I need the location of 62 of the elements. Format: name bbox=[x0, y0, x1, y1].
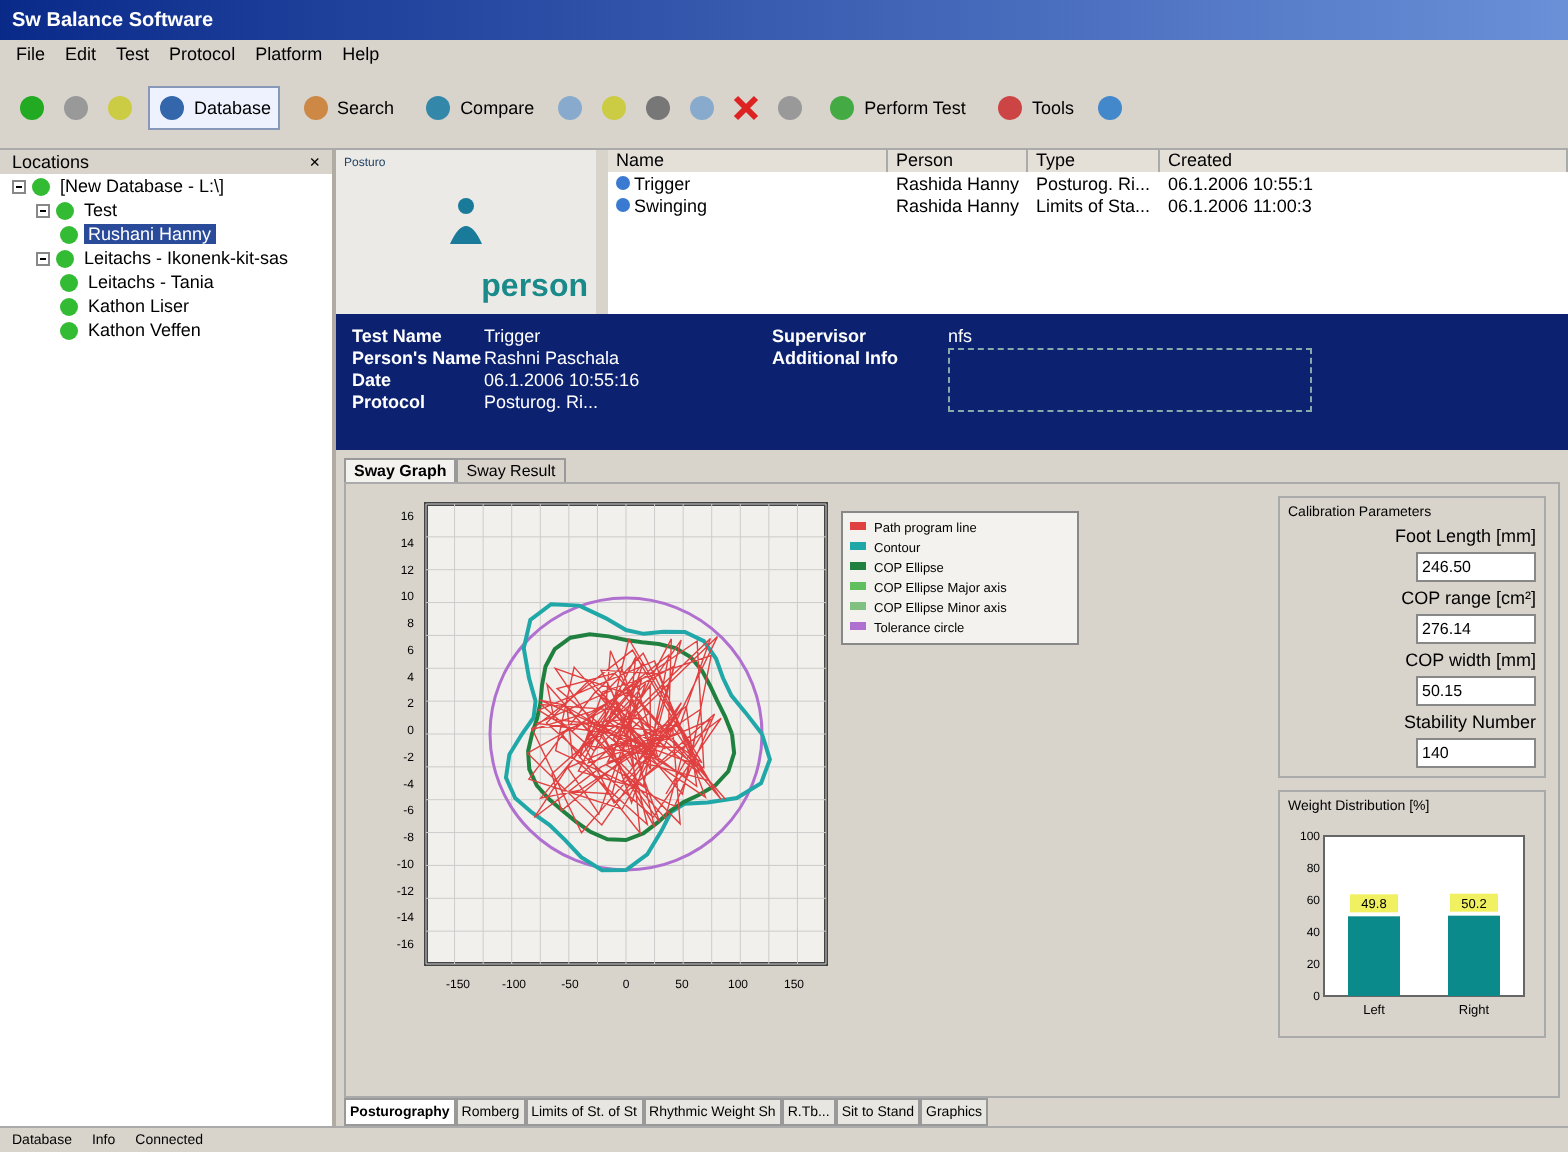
tab[interactable]: Sway Graph bbox=[344, 458, 457, 482]
field-label: COP range [cm²] bbox=[1401, 588, 1536, 608]
field-label: Stability Number bbox=[1403, 712, 1536, 732]
field-value: Posturog. Ri... bbox=[484, 392, 601, 414]
tree-item[interactable]: Leitachs - Ikonenk-kit-sas bbox=[80, 248, 293, 268]
menu-item[interactable]: Test bbox=[116, 44, 150, 64]
field-value: nfs bbox=[948, 326, 975, 348]
table-cell: Limits of Sta... bbox=[1036, 195, 1151, 215]
tree-item[interactable]: Test bbox=[80, 200, 122, 220]
info-text-area[interactable] bbox=[948, 348, 1312, 412]
logo-text: person bbox=[481, 270, 588, 306]
field-label: Person's Name bbox=[352, 348, 476, 370]
window-title: Sw Balance Software bbox=[12, 9, 214, 31]
tree-item[interactable]: Rushani Hanny bbox=[84, 224, 216, 244]
menu-item[interactable]: Help bbox=[342, 44, 380, 64]
input-field[interactable]: 276.14 bbox=[1416, 614, 1536, 644]
column-header[interactable]: Created bbox=[1160, 150, 1568, 172]
field-label: Foot Length [mm] bbox=[1394, 526, 1536, 546]
menu-item[interactable]: Protocol bbox=[169, 44, 236, 64]
input-field[interactable]: 140 bbox=[1416, 738, 1536, 768]
field-label: Protocol bbox=[352, 392, 428, 414]
input-field[interactable]: 50.15 bbox=[1416, 676, 1536, 706]
tree-item[interactable]: Kathon Veffen bbox=[84, 320, 205, 340]
table-cell: Rashida Hanny bbox=[896, 195, 1020, 215]
collapse-icon[interactable] bbox=[36, 251, 50, 265]
column-header[interactable]: Type bbox=[1028, 150, 1160, 172]
bar bbox=[1448, 915, 1500, 996]
table-cell: 06.1.2006 10:55:1 bbox=[1168, 173, 1314, 193]
collapse-icon[interactable] bbox=[12, 179, 26, 193]
tab[interactable]: Sway Result bbox=[456, 458, 566, 482]
column-header[interactable]: Name bbox=[608, 150, 888, 172]
menu-item[interactable]: File bbox=[16, 44, 46, 64]
field-label: Supervisor bbox=[772, 326, 869, 348]
table-cell: Rashida Hanny bbox=[896, 173, 1020, 193]
menu-item[interactable]: Edit bbox=[65, 44, 97, 64]
tree-item[interactable]: [New Database - L:\] bbox=[56, 176, 229, 196]
bar bbox=[1348, 916, 1400, 996]
close-button[interactable]: × bbox=[309, 152, 320, 172]
toolbar-button[interactable]: Database bbox=[148, 86, 280, 130]
delete-icon bbox=[730, 92, 763, 124]
tree-item[interactable]: Kathon Liser bbox=[84, 296, 194, 316]
field-value: 06.1.2006 10:55:16 bbox=[484, 370, 642, 392]
input-field[interactable]: 246.50 bbox=[1416, 552, 1536, 582]
toolbar-button[interactable]: Perform Test bbox=[818, 86, 974, 130]
field-value: Trigger bbox=[484, 326, 543, 348]
table-cell: Posturog. Ri... bbox=[1036, 173, 1151, 193]
panel-title: Locations bbox=[12, 152, 90, 172]
menu-item[interactable]: Platform bbox=[255, 44, 323, 64]
collapse-icon[interactable] bbox=[36, 203, 50, 217]
table-cell: 06.1.2006 11:00:3 bbox=[1168, 195, 1312, 215]
toolbar-button[interactable]: Search bbox=[291, 86, 403, 130]
field-label: Date bbox=[352, 370, 394, 392]
toolbar-button[interactable]: Tools bbox=[985, 86, 1082, 130]
toolbar-button[interactable]: Compare bbox=[414, 86, 543, 130]
field-label: COP width [mm] bbox=[1405, 650, 1536, 670]
field-value: Rashni Paschala bbox=[484, 348, 622, 370]
column-header[interactable]: Person bbox=[888, 150, 1028, 172]
table-cell: Trigger bbox=[634, 173, 691, 193]
table-cell: Swinging bbox=[634, 195, 708, 215]
tree-item[interactable]: Leitachs - Tania bbox=[84, 272, 218, 292]
field-label: Additional Info bbox=[772, 348, 900, 370]
field-label: Test Name bbox=[352, 326, 444, 348]
